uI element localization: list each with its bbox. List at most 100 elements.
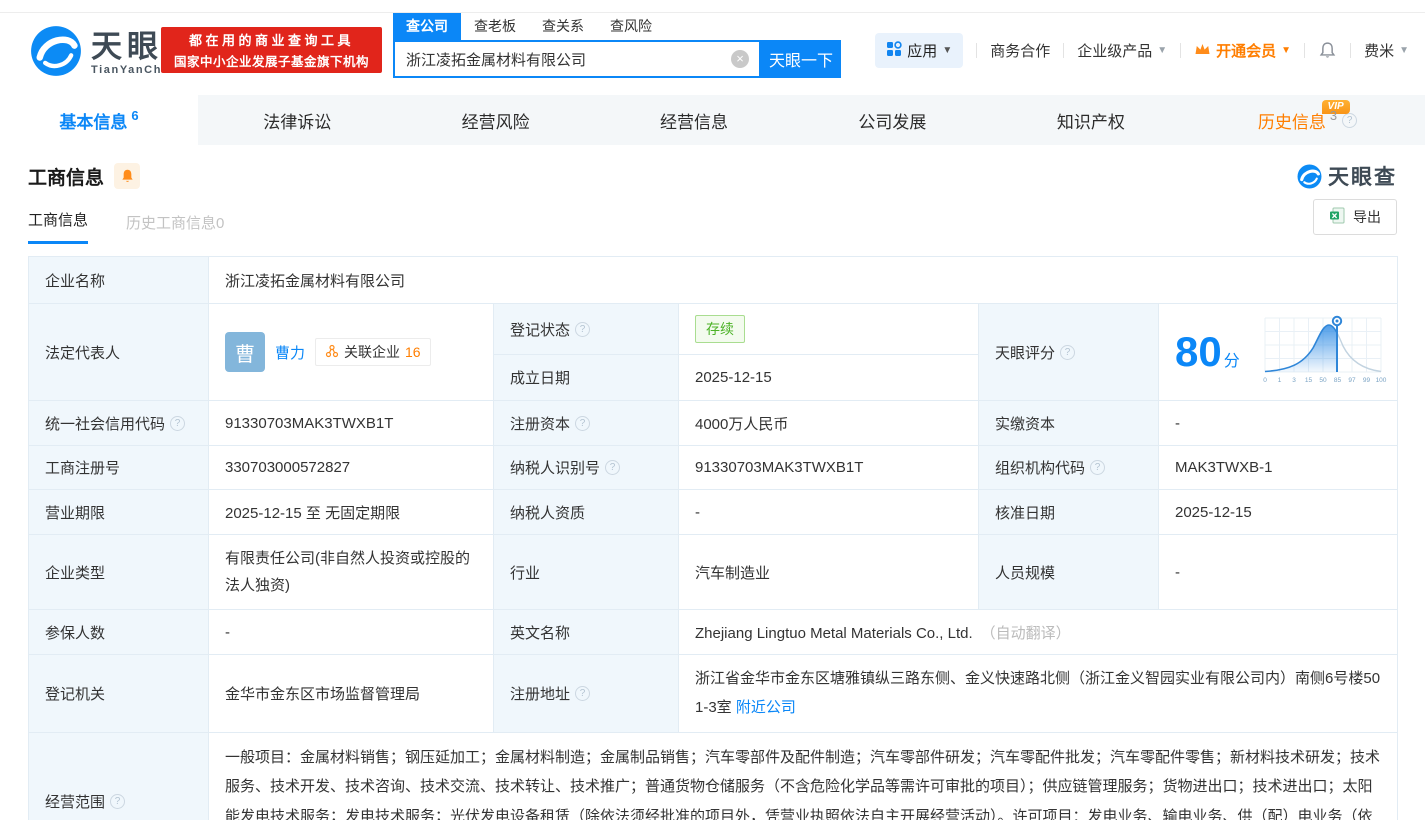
clear-search-icon[interactable]: × xyxy=(731,50,749,68)
promo-line-1: 都在用的商业查询工具 xyxy=(189,30,354,49)
reg-number-label: 工商注册号 xyxy=(29,446,209,490)
crown-icon xyxy=(1194,42,1211,60)
reg-status-label: 登记状态? xyxy=(494,304,679,355)
reg-status-cell: 存续 xyxy=(679,304,979,355)
related-companies-button[interactable]: 关联企业 16 xyxy=(315,338,431,366)
subtab-history-count: 0 xyxy=(216,215,224,232)
export-label: 导出 xyxy=(1353,207,1381,227)
business-scope-label: 经营范围? xyxy=(29,733,209,820)
search-input[interactable] xyxy=(395,42,759,76)
tab-company-development[interactable]: 公司发展 xyxy=(793,95,991,145)
english-name-cell: Zhejiang Lingtuo Metal Materials Co., Lt… xyxy=(679,610,1398,655)
chart-tick: 3 xyxy=(1292,377,1296,384)
tab-basic-info[interactable]: 基本信息 6 xyxy=(0,95,198,145)
tab-intellectual-property[interactable]: 知识产权 xyxy=(992,95,1190,145)
enterprise-product-label: 企业级产品 xyxy=(1077,40,1152,61)
menu-divider xyxy=(976,43,977,58)
score-label-text: 天眼评分 xyxy=(995,342,1055,363)
table-row: 参保人数 - 英文名称 Zhejiang Lingtuo Metal Mater… xyxy=(29,610,1398,655)
business-info-table: 企业名称 浙江凌拓金属材料有限公司 法定代表人 曹 曹力 关 xyxy=(28,256,1398,820)
chevron-down-icon: ▼ xyxy=(942,45,952,56)
help-icon[interactable]: ? xyxy=(170,416,185,431)
chart-tick: 85 xyxy=(1334,377,1342,384)
reg-status-label-text: 登记状态 xyxy=(510,319,570,340)
watermark-logo: 天眼查 xyxy=(1297,161,1397,191)
notifications-bell[interactable] xyxy=(1318,41,1337,60)
tab-operating-risk-label: 经营风险 xyxy=(462,108,530,133)
legal-rep-label: 法定代表人 xyxy=(29,304,209,401)
reg-address-label-text: 注册地址 xyxy=(510,683,570,704)
chart-tick: 15 xyxy=(1305,377,1313,384)
chevron-down-icon: ▼ xyxy=(1399,45,1409,56)
org-code-value: MAK3TWXB-1 xyxy=(1159,446,1398,490)
reg-address-value: 浙江省金华市金东区塘雅镇纵三路东侧、金义快速路北侧（浙江金义智园实业有限公司内）… xyxy=(695,670,1380,716)
approval-date-value: 2025-12-15 xyxy=(1159,490,1398,535)
apps-label: 应用 xyxy=(907,40,937,61)
help-icon[interactable]: ? xyxy=(110,794,125,809)
taxpayer-id-value: 91330703MAK3TWXB1T xyxy=(679,446,979,490)
tab-business-info[interactable]: 经营信息 xyxy=(595,95,793,145)
open-vip-menu[interactable]: 开通会员 ▼ xyxy=(1194,40,1291,61)
table-row: 法定代表人 曹 曹力 关联企业 16 xyxy=(29,304,1398,355)
chart-tick: 97 xyxy=(1348,377,1356,384)
promo-banner: 都在用的商业查询工具 国家中小企业发展子基金旗下机构 xyxy=(161,27,382,73)
company-type-value: 有限责任公司(非自然人投资或控股的法人独资) xyxy=(209,535,494,610)
help-icon[interactable]: ? xyxy=(575,686,590,701)
related-companies-label: 关联企业 xyxy=(344,342,400,362)
help-icon[interactable]: ? xyxy=(1342,113,1357,128)
reg-address-cell: 浙江省金华市金东区塘雅镇纵三路东侧、金义快速路北侧（浙江金义智园实业有限公司内）… xyxy=(679,655,1398,733)
search-tab-relation[interactable]: 查关系 xyxy=(529,13,597,40)
table-row: 登记机关 金华市金东区市场监督管理局 注册地址? 浙江省金华市金东区塘雅镇纵三路… xyxy=(29,655,1398,733)
enterprise-product-menu[interactable]: 企业级产品 ▼ xyxy=(1077,40,1167,61)
legal-rep-name-link[interactable]: 曹力 xyxy=(275,342,305,363)
export-button[interactable]: 导出 xyxy=(1313,199,1397,235)
tab-basic-info-count: 6 xyxy=(131,108,138,123)
business-cooperation-link[interactable]: 商务合作 xyxy=(990,40,1050,61)
monitor-bell-icon[interactable] xyxy=(114,163,140,189)
score-distribution-chart: 0 1 3 15 50 85 97 99 100 xyxy=(1259,312,1387,392)
establish-date-label: 成立日期 xyxy=(494,355,679,401)
tab-history-info-label: 历史信息 xyxy=(1258,108,1326,133)
help-icon[interactable]: ? xyxy=(575,416,590,431)
watermark-text: 天眼查 xyxy=(1328,161,1397,191)
promo-line-2: 国家中小企业发展子基金旗下机构 xyxy=(174,51,369,70)
score-label: 天眼评分? xyxy=(979,304,1159,401)
approval-date-label: 核准日期 xyxy=(979,490,1159,535)
search-tab-company[interactable]: 查公司 xyxy=(393,13,461,40)
help-icon[interactable]: ? xyxy=(1090,460,1105,475)
tab-history-info[interactable]: VIP 历史信息 3 ? xyxy=(1190,95,1425,145)
search-button[interactable]: 天眼一下 xyxy=(761,40,841,78)
table-row: 经营范围? 一般项目：金属材料销售；钢压延加工；金属材料制造；金属制品销售；汽车… xyxy=(29,733,1398,820)
business-scope-value: 一般项目：金属材料销售；钢压延加工；金属材料制造；金属制品销售；汽车零部件及配件… xyxy=(209,733,1398,820)
help-icon[interactable]: ? xyxy=(575,322,590,337)
reg-capital-value: 4000万人民币 xyxy=(679,401,979,446)
help-icon[interactable]: ? xyxy=(605,460,620,475)
search-tab-boss[interactable]: 查老板 xyxy=(461,13,529,40)
establish-date-value: 2025-12-15 xyxy=(679,355,979,401)
chart-tick: 100 xyxy=(1376,377,1387,384)
tianyancha-logo-icon xyxy=(30,25,82,82)
tab-company-development-label: 公司发展 xyxy=(858,108,926,133)
user-menu[interactable]: 费米 ▼ xyxy=(1364,40,1409,61)
nearby-companies-link[interactable]: 附近公司 xyxy=(736,699,796,716)
section-header: 工商信息 天眼查 xyxy=(0,145,1425,191)
business-term-value: 2025-12-15 至 无固定期限 xyxy=(209,490,494,535)
subtab-business-registration[interactable]: 工商信息 xyxy=(28,209,88,244)
tab-operating-risk[interactable]: 经营风险 xyxy=(396,95,594,145)
tab-legal-proceedings[interactable]: 法律诉讼 xyxy=(198,95,396,145)
tab-business-info-label: 经营信息 xyxy=(660,108,728,133)
paid-capital-value: - xyxy=(1159,401,1398,446)
apps-grid-icon xyxy=(886,41,902,61)
subtab-history-registration[interactable]: 历史工商信息0 xyxy=(126,212,224,244)
insured-count-label: 参保人数 xyxy=(29,610,209,655)
legal-rep-avatar[interactable]: 曹 xyxy=(225,332,265,372)
help-icon[interactable]: ? xyxy=(1060,345,1075,360)
tab-basic-info-label: 基本信息 xyxy=(59,108,127,133)
search-tab-risk[interactable]: 查风险 xyxy=(597,13,665,40)
header-divider xyxy=(0,12,1425,13)
score-cell: 80分 xyxy=(1159,304,1398,401)
tab-history-info-count: 3 xyxy=(1330,108,1337,123)
top-header: 天眼查 TianYanCha.com 都在用的商业查询工具 国家中小企业发展子基… xyxy=(0,0,1425,95)
apps-menu[interactable]: 应用 ▼ xyxy=(875,33,963,68)
staff-size-value: - xyxy=(1159,535,1398,610)
